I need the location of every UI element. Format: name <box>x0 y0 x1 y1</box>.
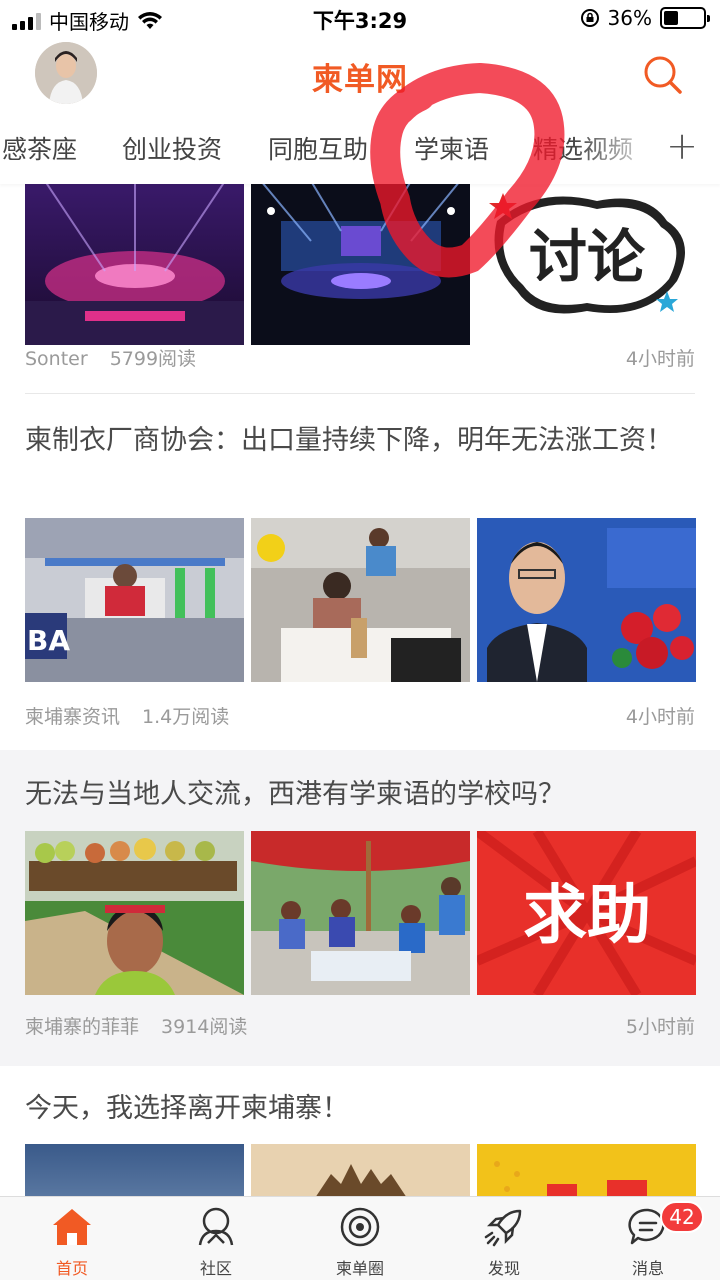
bottom-tab-bar: 首页 社区 柬单圈 发现 42 消息 <box>0 1196 720 1280</box>
article-time: 4小时前 <box>625 706 695 728</box>
article-images: 讨论 <box>25 184 696 345</box>
article-title: 柬制衣厂商协会：出口量持续下降，明年无法涨工资！ <box>25 425 673 456</box>
tab-channel-3[interactable]: 同胞互助 <box>268 130 368 166</box>
article-source: Sonter <box>25 348 88 370</box>
article-meta: Sonter 5799阅读 4小时前 <box>25 344 695 371</box>
article-image <box>251 831 470 995</box>
article-reads: 3914阅读 <box>161 1016 248 1038</box>
article-time: 4小时前 <box>625 348 695 370</box>
article-title: 今天，我选择离开柬埔寨！ <box>25 1093 349 1124</box>
rocket-icon <box>484 1209 522 1247</box>
article-card[interactable]: 今天，我选择离开柬埔寨！ <box>0 1080 720 1196</box>
circle-icon <box>340 1207 380 1247</box>
article-card[interactable]: 柬制衣厂商协会：出口量持续下降，明年无法涨工资！ BA 柬埔寨资讯 1.4万阅读… <box>0 394 720 750</box>
article-source: 柬埔寨的菲菲 <box>25 1016 140 1038</box>
status-bar: 中国移动 下午3:29 36% <box>0 0 720 36</box>
tab-label: 消息 <box>631 1259 664 1278</box>
search-icon[interactable] <box>642 54 684 96</box>
tab-circle[interactable]: 柬单圈 <box>288 1197 432 1280</box>
home-icon <box>53 1209 91 1245</box>
article-image <box>25 1144 244 1196</box>
article-image: 讨论 <box>477 184 696 345</box>
image-text: 求助 <box>523 879 651 953</box>
article-image: 求助 <box>477 831 696 995</box>
tab-channel-4[interactable]: 学柬语 <box>414 130 489 166</box>
article-images: BA <box>25 518 696 682</box>
image-text: 讨论 <box>529 223 646 291</box>
app-logo: 柬单网 <box>312 62 408 98</box>
tab-label: 首页 <box>55 1259 88 1278</box>
article-image: BA <box>25 518 244 682</box>
image-text: BA <box>27 624 70 657</box>
tab-label: 社区 <box>199 1259 232 1278</box>
battery-icon <box>660 7 710 29</box>
article-title: 无法与当地人交流，西港有学柬语的学校吗？ <box>25 779 565 810</box>
article-time: 5小时前 <box>625 1016 695 1038</box>
app-header: 柬单网 <box>0 36 720 112</box>
article-image <box>251 518 470 682</box>
article-card[interactable]: 讨论 Sonter 5799阅读 4小时前 <box>0 184 720 394</box>
tab-discover[interactable]: 发现 <box>432 1197 576 1280</box>
unread-badge: 42 <box>660 1201 704 1233</box>
article-card[interactable]: 无法与当地人交流，西港有学柬语的学校吗？ 求助 柬埔寨的菲菲 3914阅读 5小… <box>0 750 720 1066</box>
article-meta: 柬埔寨的菲菲 3914阅读 5小时前 <box>25 1012 695 1039</box>
tab-label: 柬单圈 <box>335 1259 384 1278</box>
channel-tabs: 感茶座 创业投资 同胞互助 学柬语 精选视频 + <box>0 112 720 184</box>
article-image <box>477 518 696 682</box>
article-image <box>477 1144 696 1196</box>
orientation-lock-icon <box>580 9 599 27</box>
battery-fill <box>664 11 678 25</box>
article-reads: 1.4万阅读 <box>142 706 230 728</box>
article-images: 求助 <box>25 831 696 995</box>
tab-label: 发现 <box>487 1259 520 1278</box>
status-right: 36% <box>580 6 710 30</box>
article-feed: 讨论 Sonter 5799阅读 4小时前 柬制衣厂商协会：出口量持续下降，明年无… <box>0 184 720 1196</box>
article-image <box>251 1144 470 1196</box>
tab-messages[interactable]: 42 消息 <box>576 1197 720 1280</box>
battery-percent: 36% <box>607 6 652 30</box>
article-source: 柬埔寨资讯 <box>25 706 121 728</box>
community-icon <box>198 1207 234 1246</box>
article-images <box>25 1144 696 1196</box>
tabs-fade <box>574 112 664 184</box>
tab-channel-2[interactable]: 创业投资 <box>122 130 222 166</box>
article-image <box>251 184 470 345</box>
add-channel-button[interactable]: + <box>664 124 700 168</box>
article-reads: 5799阅读 <box>109 348 197 370</box>
tab-community[interactable]: 社区 <box>144 1197 288 1280</box>
article-meta: 柬埔寨资讯 1.4万阅读 4小时前 <box>25 702 695 729</box>
article-image <box>25 184 244 345</box>
tab-home[interactable]: 首页 <box>0 1197 144 1280</box>
tab-channel-1[interactable]: 感茶座 <box>2 130 77 166</box>
article-image <box>25 831 244 995</box>
